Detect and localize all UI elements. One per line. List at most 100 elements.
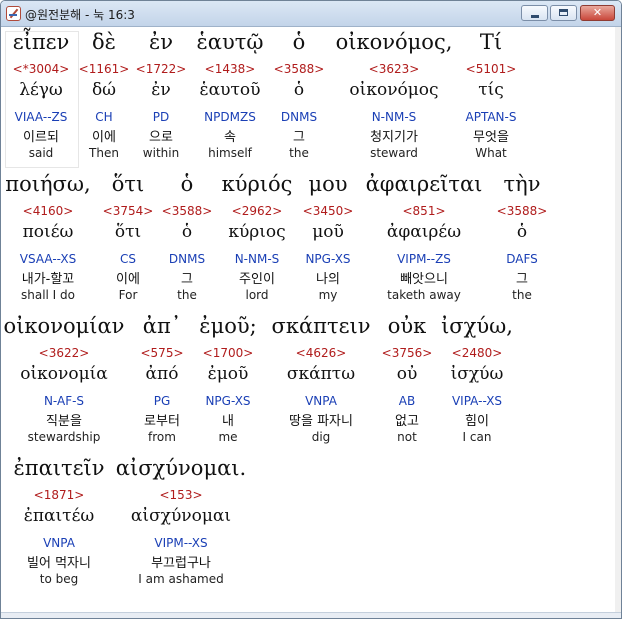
strongs-number: <3754> — [102, 204, 154, 218]
lemma-form: ἐν — [151, 80, 171, 100]
korean-gloss: 빼앗으니 — [400, 272, 448, 287]
morphology-code: N-NM-S — [234, 252, 280, 266]
app-window: @원전분해 - 눅 16:3 ✕ εἶπεν <*3004> λέγω VIAA--Z… — [0, 0, 622, 619]
lemma-form: ἀφαιρέω — [386, 222, 462, 242]
morphology-code: VIAA--ZS — [14, 110, 68, 124]
korean-gloss: 힘이 — [465, 414, 489, 429]
lemma-form: δώ — [91, 80, 117, 100]
korean-gloss: 내 — [222, 414, 234, 429]
korean-gloss: 내가-할꼬 — [21, 272, 75, 287]
interlinear-view: εἶπεν <*3004> λέγω VIAA--ZS 이르되 said δὲ <1161> δ… — [1, 27, 615, 612]
lemma-form: κύριος — [228, 222, 286, 242]
lemma-form: ὁ — [293, 80, 305, 100]
strongs-number: <1722> — [135, 62, 187, 76]
greek-word[interactable]: αἰσχύνομαι. — [116, 456, 246, 480]
lemma-form: τίς — [478, 80, 504, 100]
maximize-button[interactable] — [550, 5, 577, 21]
english-gloss: the — [512, 288, 532, 302]
english-gloss: to beg — [39, 572, 79, 586]
morphology-code: VIPM--ZS — [397, 252, 451, 266]
title-bar[interactable]: @원전분해 - 눅 16:3 ✕ — [1, 1, 621, 27]
greek-word[interactable]: εἶπεν — [13, 30, 70, 54]
english-gloss: lord — [245, 288, 269, 302]
korean-gloss: 로부터 — [144, 414, 180, 429]
english-gloss: the — [177, 288, 197, 302]
english-gloss: the — [289, 146, 309, 160]
korean-gloss: 빌어 먹자니 — [27, 556, 91, 571]
greek-word[interactable]: ἰσχύω, — [441, 314, 513, 338]
strongs-number: <1700> — [202, 346, 254, 360]
english-gloss: within — [142, 146, 180, 160]
korean-gloss: 청지기가 — [370, 130, 418, 145]
english-gloss: himself — [208, 146, 252, 160]
korean-gloss: 그 — [293, 130, 305, 145]
morphology-code: DNMS — [168, 252, 206, 266]
lemma-form: ὁ — [181, 222, 193, 242]
korean-gloss: 무엇을 — [473, 130, 509, 145]
english-gloss: steward — [370, 146, 418, 160]
english-gloss: For — [118, 288, 138, 302]
korean-gloss: 땅을 파자니 — [289, 414, 353, 429]
greek-word[interactable]: ἐν — [149, 30, 173, 54]
english-gloss: my — [318, 288, 338, 302]
morphology-code: APTAN-S — [465, 110, 517, 124]
english-gloss: said — [28, 146, 54, 160]
greek-word[interactable]: Τί — [480, 30, 502, 54]
greek-word[interactable]: ὁ — [293, 30, 306, 54]
morphology-code: VSAA--XS — [19, 252, 77, 266]
greek-word[interactable]: ἀπ᾽ — [143, 314, 181, 338]
strongs-number: <1871> — [33, 488, 85, 502]
window-title: @원전분해 - 눅 16:3 — [25, 8, 135, 22]
greek-word[interactable]: δὲ — [92, 30, 116, 54]
lemma-form: αἰσχύνομαι — [130, 506, 232, 526]
morphology-code: PG — [153, 394, 171, 408]
lemma-form: οὐ — [396, 364, 418, 384]
right-edge — [615, 27, 621, 612]
greek-word[interactable]: ἑαυτῷ — [197, 30, 264, 54]
greek-word[interactable]: ἐμοῦ; — [199, 314, 256, 338]
english-gloss: dig — [311, 430, 331, 444]
morphology-code: DAFS — [506, 252, 538, 266]
strongs-number: <3450> — [302, 204, 354, 218]
korean-gloss: 이르되 — [23, 130, 59, 145]
greek-word[interactable]: κύριός — [222, 172, 293, 196]
greek-word[interactable]: ποιήσω, — [5, 172, 90, 196]
morphology-code: NPDMZS — [204, 110, 256, 124]
greek-word[interactable]: μου — [308, 172, 347, 196]
strongs-number: <3588> — [161, 204, 213, 218]
korean-gloss: 직분을 — [46, 414, 82, 429]
greek-word[interactable]: ἀφαιρεῖται — [366, 172, 483, 196]
strongs-number: <575> — [140, 346, 184, 360]
morphology-code: CH — [95, 110, 113, 124]
korean-gloss: 속 — [224, 130, 236, 145]
greek-word[interactable]: ὁ — [181, 172, 194, 196]
greek-word[interactable]: τὴν — [504, 172, 541, 196]
greek-word[interactable]: ἐπαιτεῖν — [14, 456, 105, 480]
close-button[interactable]: ✕ — [580, 5, 615, 21]
korean-gloss: 으로 — [149, 130, 173, 145]
korean-gloss: 그 — [516, 272, 528, 287]
strongs-number: <3756> — [381, 346, 433, 360]
english-gloss: Then — [89, 146, 119, 160]
morphology-code: PD — [152, 110, 170, 124]
lemma-form: ὁ — [516, 222, 528, 242]
english-gloss: me — [218, 430, 238, 444]
english-gloss: taketh away — [387, 288, 461, 302]
lemma-form: ὅτι — [114, 222, 142, 242]
morphology-code: DNMS — [280, 110, 318, 124]
morphology-code: N-NM-S — [371, 110, 417, 124]
lemma-form: ἐπαιτέω — [23, 506, 95, 526]
greek-word[interactable]: ὅτι — [112, 172, 145, 196]
minimize-button[interactable] — [521, 5, 548, 21]
morphology-code: NPG-XS — [205, 394, 251, 408]
korean-gloss: 이에 — [92, 130, 116, 145]
morphology-code: VNPA — [43, 536, 75, 550]
greek-word[interactable]: σκάπτειν — [272, 314, 371, 338]
morphology-code: VIPA--XS — [451, 394, 503, 408]
greek-word[interactable]: οὐκ — [388, 314, 427, 338]
strongs-number: <3588> — [496, 204, 548, 218]
morphology-code: N-AF-S — [43, 394, 85, 408]
app-icon — [6, 6, 21, 21]
greek-word[interactable]: οἰκονομίαν — [4, 314, 125, 338]
greek-word[interactable]: οἰκονόμος, — [336, 30, 453, 54]
